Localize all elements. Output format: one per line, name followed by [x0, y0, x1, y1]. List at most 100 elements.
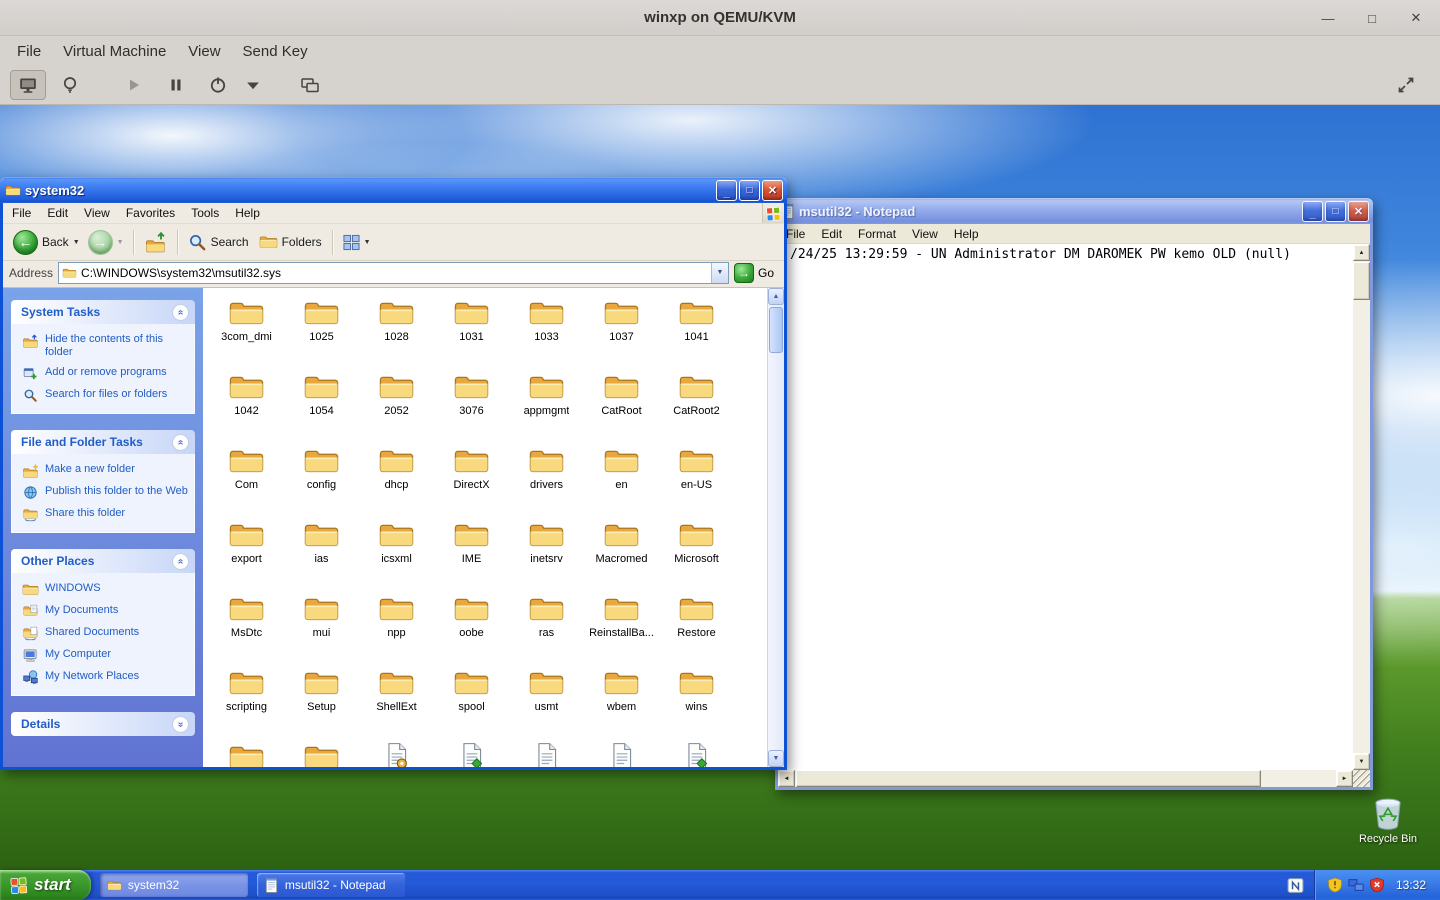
- folder-item-ime[interactable]: IME: [434, 518, 509, 592]
- panel-header-details[interactable]: Details»: [11, 712, 195, 736]
- chevron-down-icon[interactable]: »: [172, 716, 189, 733]
- scroll-up-button[interactable]: ▲: [768, 288, 784, 305]
- folder-item-mui[interactable]: mui: [284, 592, 359, 666]
- folder-item-1054[interactable]: 1054: [284, 370, 359, 444]
- file-item-partial-4[interactable]: [434, 740, 509, 767]
- chevron-up-icon[interactable]: »: [172, 304, 189, 321]
- folder-item-en-us[interactable]: en-US: [659, 444, 734, 518]
- task-link-publish-this-folder-to-the-web[interactable]: Publish this folder to the Web: [22, 485, 188, 500]
- scroll-down-button[interactable]: ▼: [768, 750, 784, 767]
- task-link-make-a-new-folder[interactable]: Make a new folder: [22, 463, 188, 478]
- maximize-button[interactable]: □: [1325, 201, 1346, 222]
- task-link-add-or-remove-programs[interactable]: Add or remove programs: [22, 366, 188, 381]
- explorer-menu-file[interactable]: File: [4, 203, 39, 223]
- qemu-menu-view[interactable]: View: [177, 39, 231, 64]
- explorer-menu-edit[interactable]: Edit: [39, 203, 76, 223]
- search-button[interactable]: Search: [183, 230, 254, 255]
- folder-item-1025[interactable]: 1025: [284, 296, 359, 370]
- task-link-my-network-places[interactable]: My Network Places: [22, 670, 188, 685]
- folder-item-dhcp[interactable]: dhcp: [359, 444, 434, 518]
- explorer-menu-help[interactable]: Help: [227, 203, 268, 223]
- notepad-menu-format[interactable]: Format: [850, 224, 904, 244]
- chevron-up-icon[interactable]: »: [172, 434, 189, 451]
- folder-item-1031[interactable]: 1031: [434, 296, 509, 370]
- folder-item-wbem[interactable]: wbem: [584, 666, 659, 740]
- folder-item-icsxml[interactable]: icsxml: [359, 518, 434, 592]
- update-shield-icon[interactable]: [1327, 877, 1343, 893]
- folder-item-1041[interactable]: 1041: [659, 296, 734, 370]
- folder-item-1042[interactable]: 1042: [209, 370, 284, 444]
- folder-item-ras[interactable]: ras: [509, 592, 584, 666]
- task-link-my-computer[interactable]: My Computer: [22, 648, 188, 663]
- task-link-share-this-folder[interactable]: Share this folder: [22, 507, 188, 522]
- folders-button[interactable]: Folders: [254, 231, 327, 253]
- panel-header-other-places[interactable]: Other Places»: [11, 549, 195, 573]
- minimize-icon[interactable]: —: [1316, 6, 1340, 30]
- back-dropdown-icon[interactable]: ▼: [73, 239, 80, 246]
- folder-item-npp[interactable]: npp: [359, 592, 434, 666]
- task-link-my-documents[interactable]: My Documents: [22, 604, 188, 619]
- start-button[interactable]: start: [0, 870, 91, 900]
- folder-item-config[interactable]: config: [284, 444, 359, 518]
- folder-item-com[interactable]: Com: [209, 444, 284, 518]
- scroll-left-button[interactable]: ◄: [778, 770, 795, 787]
- folder-item-shellext[interactable]: ShellExt: [359, 666, 434, 740]
- forward-button[interactable]: → ▼: [84, 228, 128, 257]
- panel-header-file-and-folder-tasks[interactable]: File and Folder Tasks»: [11, 430, 195, 454]
- address-dropdown-button[interactable]: ▼: [711, 263, 728, 283]
- close-button[interactable]: ✕: [762, 180, 783, 201]
- explorer-menu-view[interactable]: View: [76, 203, 118, 223]
- folder-item-1037[interactable]: 1037: [584, 296, 659, 370]
- folder-item-catroot[interactable]: CatRoot: [584, 370, 659, 444]
- explorer-menu-favorites[interactable]: Favorites: [118, 203, 183, 223]
- close-icon[interactable]: ✕: [1404, 6, 1428, 30]
- folder-item-ias[interactable]: ias: [284, 518, 359, 592]
- task-link-shared-documents[interactable]: Shared Documents: [22, 626, 188, 641]
- shutdown-button[interactable]: [200, 70, 236, 100]
- folder-item-en[interactable]: en: [584, 444, 659, 518]
- folder-item-setup[interactable]: Setup: [284, 666, 359, 740]
- panel-header-system-tasks[interactable]: System Tasks»: [11, 300, 195, 324]
- notepad-menu-edit[interactable]: Edit: [813, 224, 850, 244]
- qemu-titlebar[interactable]: winxp on QEMU/KVM — □ ✕: [0, 0, 1440, 36]
- security-alert-icon[interactable]: [1369, 877, 1385, 893]
- taskbar-task-system32[interactable]: system32: [100, 873, 248, 897]
- folder-item-drivers[interactable]: drivers: [509, 444, 584, 518]
- minimize-button[interactable]: _: [716, 180, 737, 201]
- file-item-partial-3[interactable]: [359, 740, 434, 767]
- folder-item-directx[interactable]: DirectX: [434, 444, 509, 518]
- address-input[interactable]: C:\WINDOWS\system32\msutil32.sys ▼: [58, 262, 729, 284]
- task-link-hide-the-contents-of-this-folder[interactable]: Hide the contents of this folder: [22, 333, 188, 359]
- up-button[interactable]: [139, 229, 172, 256]
- chevron-down-button[interactable]: [242, 70, 264, 100]
- taskbar-clock[interactable]: 13:32: [1396, 878, 1426, 892]
- folder-item-wins[interactable]: wins: [659, 666, 734, 740]
- qemu-menu-virtual-machine[interactable]: Virtual Machine: [52, 39, 177, 64]
- notepad-menu-view[interactable]: View: [904, 224, 946, 244]
- folder-item-usmt[interactable]: usmt: [509, 666, 584, 740]
- task-link-windows[interactable]: WINDOWS: [22, 582, 188, 597]
- folder-item-export[interactable]: export: [209, 518, 284, 592]
- scroll-thumb[interactable]: [769, 307, 783, 353]
- minimize-button[interactable]: _: [1302, 201, 1323, 222]
- go-button[interactable]: → Go: [734, 263, 780, 283]
- recycle-bin[interactable]: Recycle Bin: [1352, 795, 1424, 845]
- explorer-menu-tools[interactable]: Tools: [183, 203, 227, 223]
- taskbar-task-msutil32-notepad[interactable]: msutil32 - Notepad: [257, 873, 405, 897]
- notepad-menu-help[interactable]: Help: [946, 224, 987, 244]
- file-item-partial-7[interactable]: [659, 740, 734, 767]
- folder-item-microsoft[interactable]: Microsoft: [659, 518, 734, 592]
- folder-item-1033[interactable]: 1033: [509, 296, 584, 370]
- back-button[interactable]: ← Back ▼: [9, 228, 84, 257]
- lightbulb-button[interactable]: [52, 70, 88, 100]
- input-indicator-icon[interactable]: [1287, 877, 1304, 894]
- folder-item-reinstallba[interactable]: ReinstallBa...: [584, 592, 659, 666]
- maximize-button[interactable]: □: [739, 180, 760, 201]
- scroll-down-button[interactable]: ▼: [1353, 753, 1370, 770]
- folder-item-oobe[interactable]: oobe: [434, 592, 509, 666]
- pause-button[interactable]: [158, 70, 194, 100]
- play-button[interactable]: [116, 70, 152, 100]
- folder-item-restore[interactable]: Restore: [659, 592, 734, 666]
- folder-item-spool[interactable]: spool: [434, 666, 509, 740]
- scroll-thumb[interactable]: [796, 770, 1261, 787]
